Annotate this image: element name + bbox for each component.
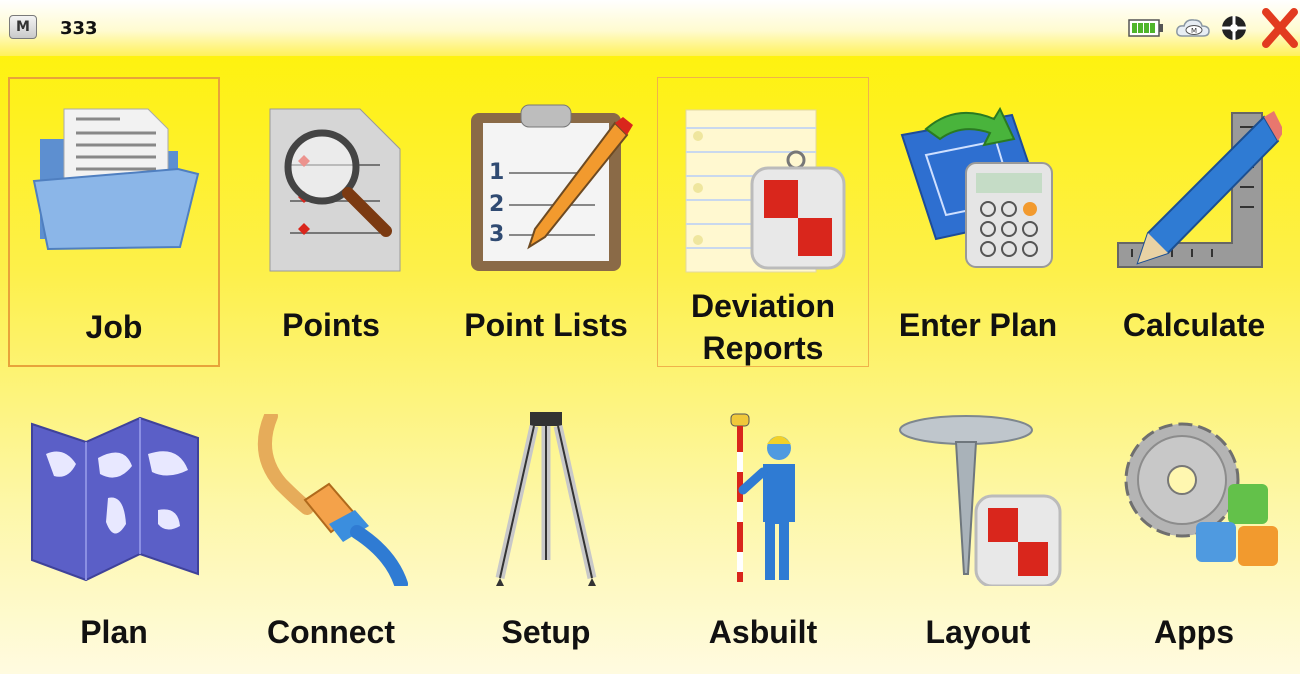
tile-setup[interactable]: Setup (440, 390, 652, 670)
tile-apps[interactable]: Apps (1088, 390, 1300, 670)
svg-text:1: 1 (489, 160, 504, 185)
tile-label-layout: Layout (925, 614, 1031, 650)
tile-label-plan: Plan (80, 614, 148, 650)
satellite-icon[interactable] (1218, 14, 1250, 42)
job-name: 333 (60, 18, 98, 39)
world-map-icon (31, 416, 199, 582)
svg-text:3: 3 (489, 222, 504, 247)
main-menu-button[interactable]: M (9, 15, 37, 39)
tile-layout[interactable]: Layout (872, 390, 1084, 670)
tile-label-apps: Apps (1154, 614, 1234, 650)
tile-label-point-lists: Point Lists (464, 307, 628, 343)
cable-plug-icon (258, 414, 408, 586)
battery-icon (1128, 19, 1163, 37)
cloud-icon[interactable]: M (1174, 14, 1212, 42)
folder-icon (32, 108, 200, 251)
tile-deviation-reports[interactable]: Deviation Reports (657, 77, 869, 367)
tile-plan[interactable]: Plan (8, 390, 220, 670)
magnifier-document-icon (269, 108, 401, 272)
tile-connect[interactable]: Connect (225, 390, 437, 670)
svg-text:M: M (1191, 27, 1197, 35)
tripod-icon (495, 412, 597, 586)
svg-text:2: 2 (489, 192, 504, 217)
tile-label-enter-plan: Enter Plan (898, 307, 1058, 343)
menu-letter: M (16, 19, 30, 35)
tile-label-calculate: Calculate (1122, 307, 1266, 343)
stake-target-icon (899, 415, 1062, 586)
tile-label-job: Job (85, 309, 143, 345)
tile-enter-plan[interactable]: Enter Plan (872, 77, 1084, 367)
tile-point-lists[interactable]: 1 2 3 Point Lists (440, 77, 652, 367)
tile-label-asbuilt: Asbuilt (708, 614, 818, 650)
surveyor-icon (730, 413, 795, 582)
title-bar: M 333 M (0, 0, 1300, 56)
tile-asbuilt[interactable]: Asbuilt (657, 390, 869, 670)
tile-label-points: Points (282, 307, 380, 343)
gear-blocks-icon (1124, 422, 1278, 566)
close-icon[interactable] (1262, 8, 1298, 48)
notepad-target-icon (685, 109, 846, 273)
pencil-square-icon (1117, 111, 1282, 268)
clipboard-list-icon: 1 2 3 (471, 104, 633, 271)
tile-job[interactable]: Job (8, 77, 220, 367)
tile-label-deviation-line1: Deviation (690, 288, 836, 324)
tile-points[interactable]: Points (225, 77, 437, 367)
tile-calculate[interactable]: Calculate (1088, 77, 1300, 367)
tile-label-connect: Connect (267, 614, 395, 650)
blueprint-calculator-icon (900, 106, 1053, 268)
tile-label-setup: Setup (501, 614, 591, 650)
tile-label-deviation-line2: Reports (702, 330, 824, 366)
